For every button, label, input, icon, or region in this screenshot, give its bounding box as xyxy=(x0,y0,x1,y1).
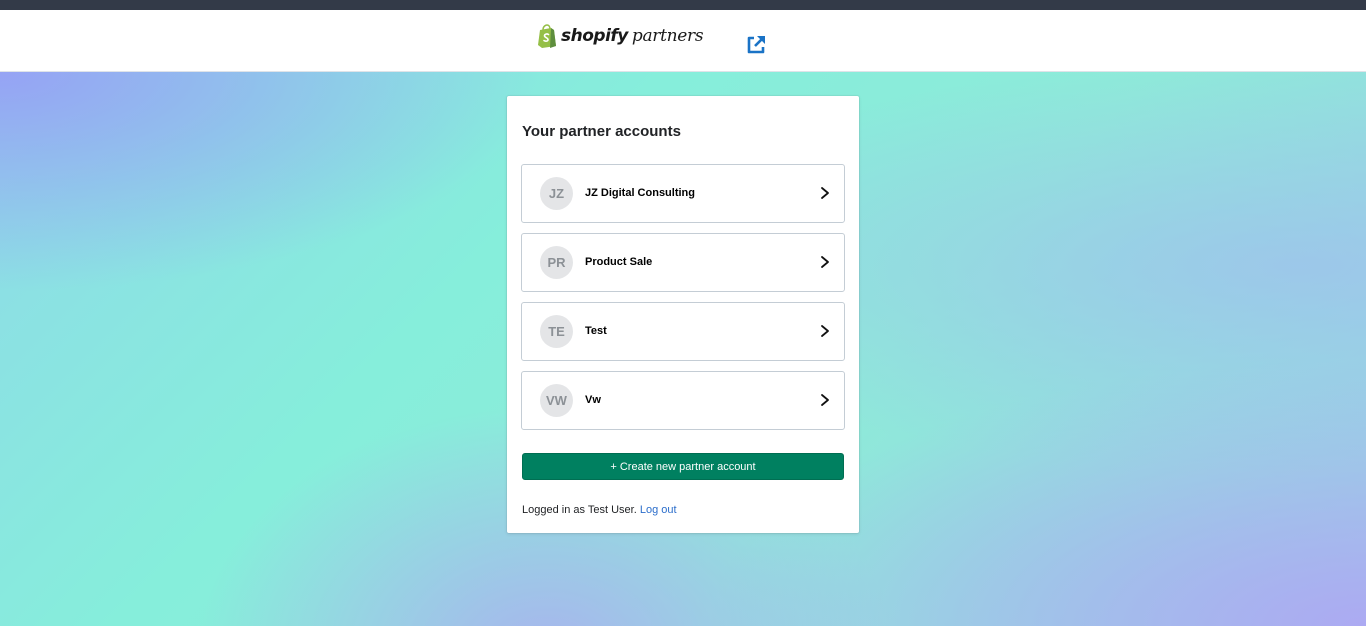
shopify-bag-icon xyxy=(538,24,556,48)
logout-link[interactable]: Log out xyxy=(640,504,677,516)
account-item[interactable]: PR Product Sale xyxy=(521,233,845,292)
account-name: Test xyxy=(585,325,607,337)
account-item[interactable]: JZ JZ Digital Consulting xyxy=(521,164,845,223)
chevron-right-icon xyxy=(821,394,829,406)
account-list: JZ JZ Digital Consulting PR Product Sale… xyxy=(521,164,845,440)
avatar: PR xyxy=(540,246,573,279)
external-link-icon[interactable] xyxy=(745,34,767,56)
login-status: Logged in as Test User. Log out xyxy=(522,504,677,516)
avatar: VW xyxy=(540,384,573,417)
avatar: JZ xyxy=(540,177,573,210)
header: shopify partners xyxy=(0,10,1366,72)
account-name: Vw xyxy=(585,394,601,406)
account-item[interactable]: TE Test xyxy=(521,302,845,361)
shopify-partners-logo[interactable]: shopify partners xyxy=(537,23,704,49)
chevron-right-icon xyxy=(821,325,829,337)
logo-subtitle: partners xyxy=(631,26,704,46)
avatar: TE xyxy=(540,315,573,348)
partner-accounts-card: Your partner accounts JZ JZ Digital Cons… xyxy=(507,96,859,533)
logged-in-text: Logged in as Test User. xyxy=(522,504,637,516)
create-partner-account-button[interactable]: + Create new partner account xyxy=(522,453,844,480)
chevron-right-icon xyxy=(821,187,829,199)
chevron-right-icon xyxy=(821,256,829,268)
account-name: JZ Digital Consulting xyxy=(585,187,695,199)
top-bar xyxy=(0,0,1366,10)
logo-wordmark: shopify xyxy=(561,26,628,46)
account-item[interactable]: VW Vw xyxy=(521,371,845,430)
account-name: Product Sale xyxy=(585,256,653,268)
page-title: Your partner accounts xyxy=(522,123,681,140)
